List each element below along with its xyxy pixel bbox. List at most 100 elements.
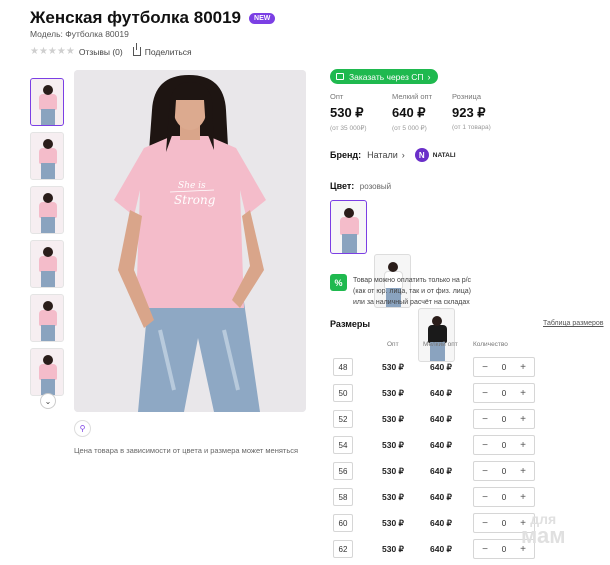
size-small-opt-price: 640 ₽: [430, 362, 452, 372]
size-small-opt-price: 640 ₽: [430, 492, 452, 502]
product-photo-illustration: She is Strong: [74, 70, 306, 412]
size-row: 50 530 ₽ 640 ₽ − 0 +: [330, 383, 540, 406]
size-value: 58: [333, 488, 353, 506]
chevron-right-icon: ›: [401, 150, 405, 160]
order-via-sp-button[interactable]: Заказать через СП ›: [330, 69, 439, 84]
minus-icon[interactable]: −: [480, 414, 490, 425]
minus-icon[interactable]: −: [480, 466, 490, 477]
price-label: Опт: [330, 92, 344, 101]
plus-icon[interactable]: +: [518, 362, 528, 373]
price-value: 923 ₽: [452, 105, 486, 120]
brand-label: Бренд:: [330, 150, 362, 160]
zoom-icon[interactable]: ⚲: [74, 420, 91, 437]
new-badge: NEW: [249, 12, 276, 24]
color-swatch-pink[interactable]: [330, 200, 367, 254]
size-row: 58 530 ₽ 640 ₽ − 0 +: [330, 487, 540, 510]
cart-icon: [336, 73, 344, 80]
size-small-opt-price: 640 ₽: [430, 518, 452, 528]
quantity-value[interactable]: 0: [502, 519, 506, 528]
thumbnail[interactable]: [30, 132, 64, 180]
share-button[interactable]: Поделиться: [132, 43, 192, 57]
size-opt-price: 530 ₽: [382, 388, 404, 398]
size-value: 62: [333, 540, 353, 558]
size-small-opt-price: 640 ₽: [430, 414, 452, 424]
size-small-opt-price: 640 ₽: [430, 466, 452, 476]
minus-icon[interactable]: −: [480, 544, 490, 555]
price-value: 640 ₽: [392, 105, 426, 120]
size-opt-price: 530 ₽: [382, 518, 404, 528]
plus-icon[interactable]: +: [518, 388, 528, 399]
header-quantity: Количество: [473, 341, 508, 348]
product-title-text: Женская футболка 80019: [30, 8, 242, 27]
sizes-title: Размеры: [330, 319, 371, 329]
shirt-print-line2: Strong: [174, 193, 216, 207]
size-table-link[interactable]: Таблица размеров: [543, 320, 604, 327]
quantity-stepper: − 0 +: [473, 487, 535, 507]
color-row: Цвет: розовый: [330, 181, 391, 191]
size-value: 56: [333, 462, 353, 480]
size-row: 56 530 ₽ 640 ₽ − 0 +: [330, 461, 540, 484]
payment-note: Товар можно оплатить только на р/с (как …: [353, 275, 523, 308]
minus-icon[interactable]: −: [480, 440, 490, 451]
order-via-sp-label: Заказать через СП: [349, 71, 424, 82]
price-note: Цена товара в зависимости от цвета и раз…: [74, 446, 299, 455]
price-label: Мелкий опт: [392, 92, 433, 101]
size-row: 62 530 ₽640 ₽ −0 +: [330, 539, 540, 562]
minus-icon[interactable]: −: [480, 492, 490, 503]
size-value: 50: [333, 384, 353, 402]
thumbnail[interactable]: [30, 78, 64, 126]
reviews-link[interactable]: Отзывы (0): [79, 47, 123, 57]
size-value: 48: [333, 358, 353, 376]
main-product-photo[interactable]: She is Strong: [74, 70, 306, 412]
minus-icon[interactable]: −: [480, 518, 490, 529]
thumbnails-scroll-down[interactable]: ⌄: [40, 393, 56, 409]
quantity-value[interactable]: 0: [502, 389, 506, 398]
header-opt: Опт: [387, 341, 399, 348]
share-label: Поделиться: [144, 46, 192, 57]
brand-link[interactable]: Натали: [367, 150, 398, 160]
rating-row: ★★★★★ Отзывы (0) Поделиться: [30, 43, 192, 57]
size-row: 60 530 ₽640 ₽ −0 +: [330, 513, 540, 536]
plus-icon[interactable]: +: [518, 414, 528, 425]
brand-logo-icon[interactable]: N: [414, 148, 429, 162]
quantity-stepper: − 0 +: [473, 461, 535, 481]
thumbnail[interactable]: [30, 348, 64, 396]
plus-icon[interactable]: +: [518, 440, 528, 451]
price-condition: (от 35 000₽): [330, 125, 367, 132]
size-opt-price: 530 ₽: [382, 492, 404, 502]
size-small-opt-price: 640 ₽: [430, 388, 452, 398]
thumbnail[interactable]: [30, 240, 64, 288]
quantity-stepper: − 0 +: [473, 357, 535, 377]
quantity-value[interactable]: 0: [502, 363, 506, 372]
quantity-value[interactable]: 0: [502, 467, 506, 476]
thumbnail[interactable]: [30, 294, 64, 342]
price-label: Розница: [452, 92, 481, 101]
color-swatch-black[interactable]: [418, 308, 455, 362]
payment-note-line: или за наличный расчёт на складах: [353, 299, 470, 306]
size-small-opt-price: 640 ₽: [430, 544, 452, 554]
product-model: Модель: Футболка 80019: [30, 29, 129, 39]
price-value: 530 ₽: [330, 105, 364, 120]
minus-icon[interactable]: −: [480, 388, 490, 399]
price-retail: Розница 923 ₽ (от 1 товара): [452, 92, 491, 131]
quantity-value[interactable]: 0: [502, 493, 506, 502]
payment-note-line: (как от юр. лица, так и от физ. лица): [353, 288, 471, 295]
plus-icon[interactable]: +: [518, 492, 528, 503]
size-value: 60: [333, 514, 353, 532]
thumbnail-list: [30, 78, 68, 402]
size-opt-price: 530 ₽: [382, 440, 404, 450]
share-icon: [132, 43, 141, 56]
plus-icon[interactable]: +: [518, 466, 528, 477]
color-value: розовый: [359, 182, 392, 191]
minus-icon[interactable]: −: [480, 362, 490, 373]
thumbnail[interactable]: [30, 186, 64, 234]
price-opt: Опт 530 ₽ (от 35 000₽): [330, 92, 367, 132]
price-condition: (от 5 000 ₽): [392, 125, 427, 132]
size-opt-price: 530 ₽: [382, 414, 404, 424]
quantity-value[interactable]: 0: [502, 415, 506, 424]
quantity-value[interactable]: 0: [502, 441, 506, 450]
price-small-opt: Мелкий опт 640 ₽ (от 5 000 ₽): [392, 92, 432, 132]
quantity-value[interactable]: 0: [502, 545, 506, 554]
quantity-stepper: − 0 +: [473, 383, 535, 403]
shirt-print-line1: She is: [178, 181, 206, 191]
